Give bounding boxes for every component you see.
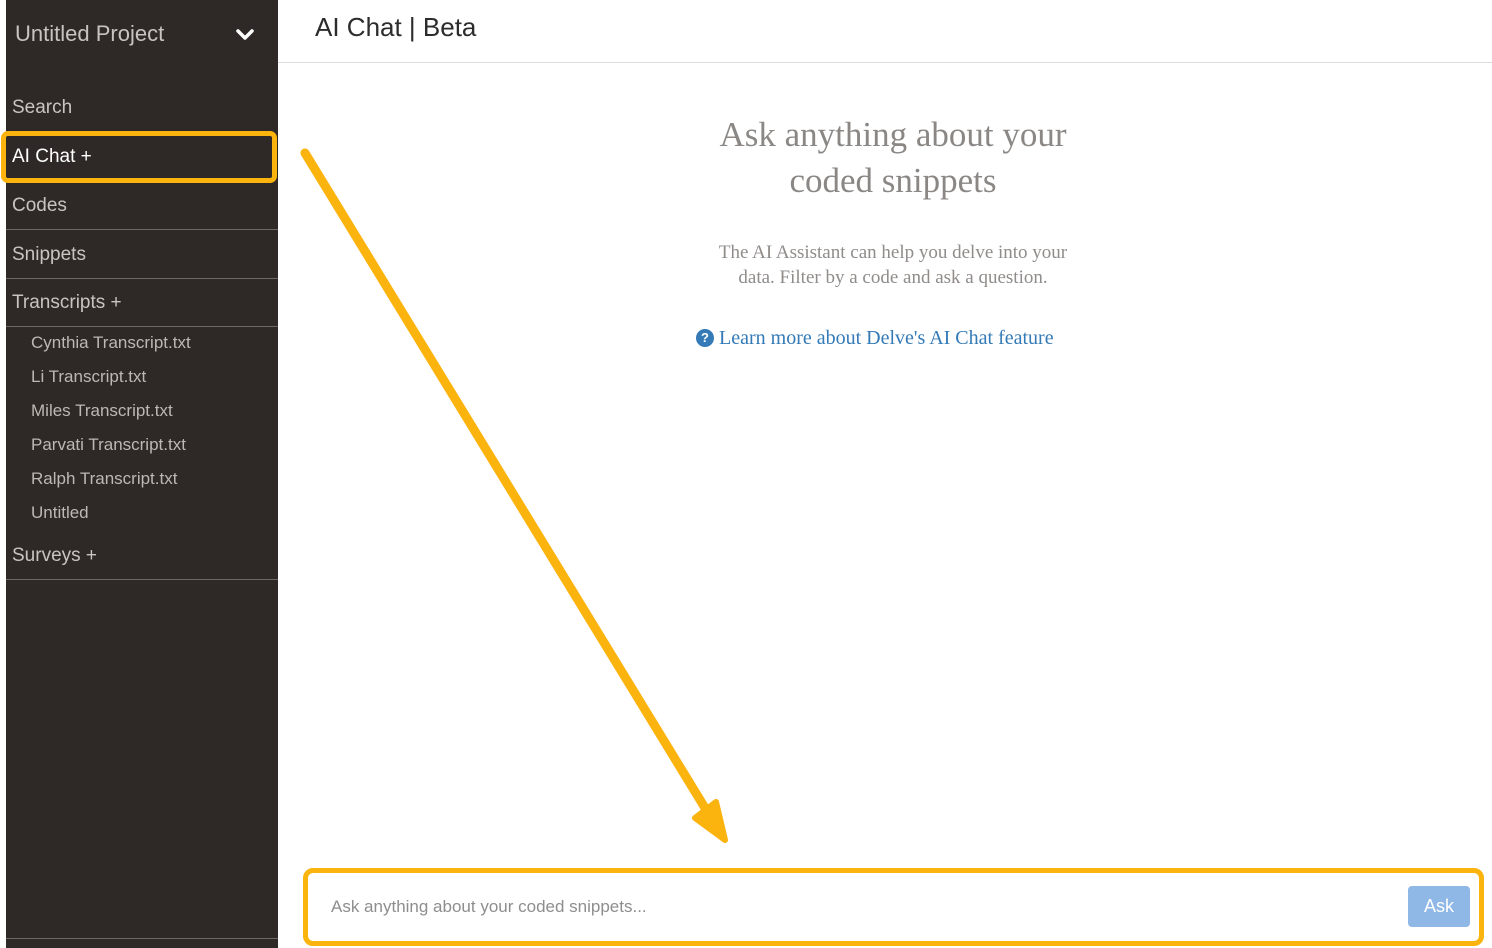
app-window: Untitled Project Search AI Chat + Codes … <box>0 0 1492 948</box>
sidebar-item-ai-chat[interactable]: AI Chat + <box>6 133 278 181</box>
transcript-item[interactable]: Parvati Transcript.txt <box>31 435 186 455</box>
project-selector[interactable]: Untitled Project <box>6 0 278 70</box>
sidebar-item-snippets[interactable]: Snippets <box>6 231 278 279</box>
chevron-down-icon[interactable] <box>234 26 256 44</box>
description-line: data. Filter by a code and ask a questio… <box>738 267 1048 288</box>
empty-state-description: The AI Assistant can help you delve into… <box>658 240 1128 290</box>
sidebar-item-label: Snippets <box>12 244 86 265</box>
hero-title-line: Ask anything about your <box>719 115 1067 154</box>
top-bar: AI Chat | Beta <box>278 0 1492 63</box>
sidebar-item-label: Surveys + <box>12 545 98 566</box>
transcript-item[interactable]: Untitled <box>31 503 89 523</box>
ask-input[interactable] <box>315 880 1405 934</box>
learn-more-link[interactable]: ? Learn more about Delve's AI Chat featur… <box>696 327 1054 350</box>
transcript-item[interactable]: Li Transcript.txt <box>31 367 146 387</box>
empty-state-heading: Ask anything about your coded snippets <box>658 112 1128 204</box>
question-circle-icon: ? <box>696 329 714 347</box>
description-line: The AI Assistant can help you delve into… <box>718 242 1068 263</box>
ask-bar: Ask <box>303 868 1484 946</box>
learn-more-label: Learn more about Delve's AI Chat feature <box>719 327 1054 349</box>
sidebar-item-transcripts[interactable]: Transcripts + <box>6 279 278 327</box>
sidebar-item-label: AI Chat + <box>12 146 92 167</box>
main-content: AI Chat | Beta Ask anything about your c… <box>278 0 1492 948</box>
ask-button[interactable]: Ask <box>1408 886 1470 927</box>
sidebar-item-label: Transcripts + <box>12 292 122 313</box>
transcript-item[interactable]: Ralph Transcript.txt <box>31 469 177 489</box>
sidebar: Untitled Project Search AI Chat + Codes … <box>6 0 278 948</box>
project-title: Untitled Project <box>15 21 165 46</box>
page-title: AI Chat | Beta <box>315 12 477 42</box>
sidebar-item-codes[interactable]: Codes <box>6 182 278 230</box>
transcript-item[interactable]: Cynthia Transcript.txt <box>31 333 191 353</box>
transcript-item[interactable]: Miles Transcript.txt <box>31 401 173 421</box>
sidebar-item-search[interactable]: Search <box>6 84 278 132</box>
sidebar-divider <box>6 938 278 939</box>
sidebar-item-label: Search <box>12 97 73 118</box>
sidebar-item-surveys[interactable]: Surveys + <box>6 532 278 580</box>
hero-title-line: coded snippets <box>789 161 997 200</box>
sidebar-item-label: Codes <box>12 195 67 216</box>
